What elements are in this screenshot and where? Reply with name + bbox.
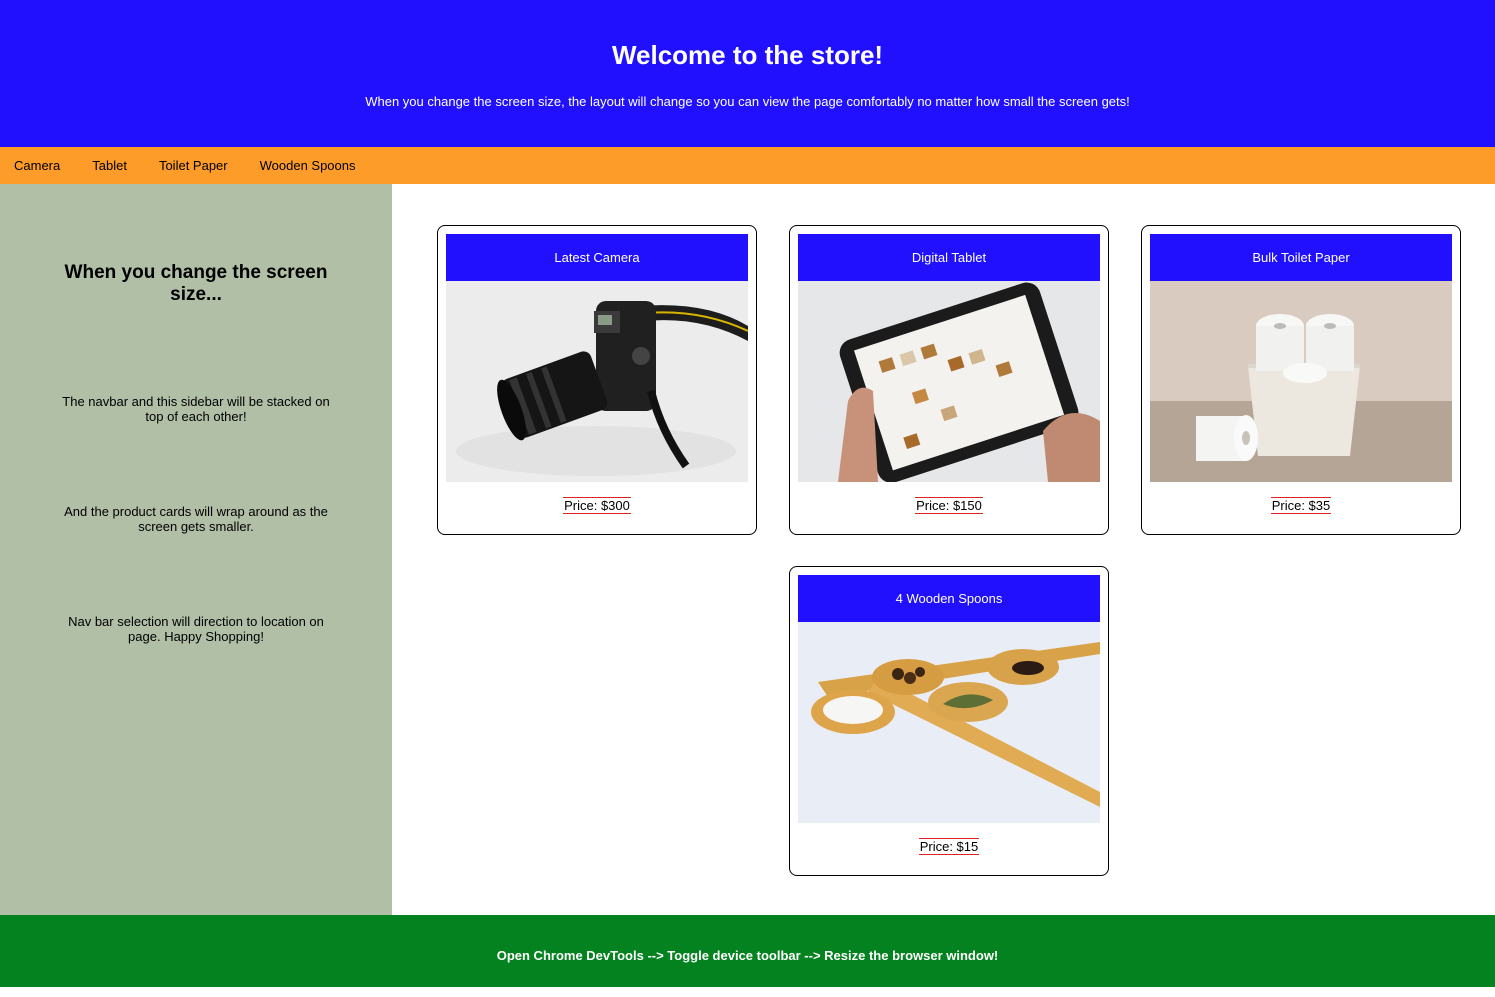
wooden-spoons-image bbox=[798, 622, 1100, 823]
product-title: Latest Camera bbox=[446, 234, 748, 281]
product-price[interactable]: Price: $150 bbox=[915, 497, 983, 514]
product-price[interactable]: Price: $300 bbox=[563, 497, 631, 514]
product-price-container: Price: $15 bbox=[790, 838, 1108, 855]
product-price[interactable]: Price: $15 bbox=[918, 838, 980, 855]
product-price-container: Price: $150 bbox=[790, 497, 1108, 514]
toilet-paper-photo bbox=[1150, 281, 1452, 482]
navbar: Camera Tablet Toilet Paper Wooden Spoons bbox=[0, 147, 1495, 184]
product-price[interactable]: Price: $35 bbox=[1270, 497, 1332, 514]
product-grid: Latest Camera Price: $300 Digital Tablet… bbox=[392, 184, 1495, 915]
product-title: Bulk Toilet Paper bbox=[1150, 234, 1452, 281]
nav-link-wooden-spoons[interactable]: Wooden Spoons bbox=[244, 147, 372, 184]
tablet-photo bbox=[798, 281, 1100, 482]
tablet-image bbox=[798, 281, 1100, 482]
product-title: Digital Tablet bbox=[798, 234, 1100, 281]
product-card-camera: Latest Camera Price: $300 bbox=[437, 225, 757, 535]
sidebar-paragraph: The navbar and this sidebar will be stac… bbox=[62, 394, 330, 424]
sidebar: When you change the screen size... The n… bbox=[0, 184, 392, 915]
footer-text: Open Chrome DevTools --> Toggle device t… bbox=[496, 948, 999, 963]
page-subtitle: When you change the screen size, the lay… bbox=[365, 94, 1130, 109]
product-price-container: Price: $300 bbox=[438, 497, 756, 514]
camera-photo bbox=[446, 281, 748, 482]
product-title: 4 Wooden Spoons bbox=[798, 575, 1100, 622]
camera-image bbox=[446, 281, 748, 482]
page-header: Welcome to the store! When you change th… bbox=[0, 0, 1495, 147]
nav-link-camera[interactable]: Camera bbox=[0, 147, 76, 184]
product-price-container: Price: $35 bbox=[1142, 497, 1460, 514]
nav-link-toilet-paper[interactable]: Toilet Paper bbox=[143, 147, 244, 184]
page-footer: Open Chrome DevTools --> Toggle device t… bbox=[0, 915, 1495, 987]
product-card-wooden-spoons: 4 Wooden Spoons Price: $15 bbox=[789, 566, 1109, 876]
page-title: Welcome to the store! bbox=[611, 40, 884, 70]
content-row: When you change the screen size... The n… bbox=[0, 184, 1495, 915]
sidebar-paragraph: And the product cards will wrap around a… bbox=[64, 504, 328, 534]
product-card-toilet-paper: Bulk Toilet Paper Price: $35 bbox=[1141, 225, 1461, 535]
sidebar-paragraph: Nav bar selection will direction to loca… bbox=[68, 614, 324, 644]
product-card-tablet: Digital Tablet Price: $150 bbox=[789, 225, 1109, 535]
sidebar-heading: When you change the screen size... bbox=[64, 262, 328, 305]
wooden-spoons-photo bbox=[798, 622, 1100, 823]
nav-link-tablet[interactable]: Tablet bbox=[76, 147, 143, 184]
toilet-paper-image bbox=[1150, 281, 1452, 482]
